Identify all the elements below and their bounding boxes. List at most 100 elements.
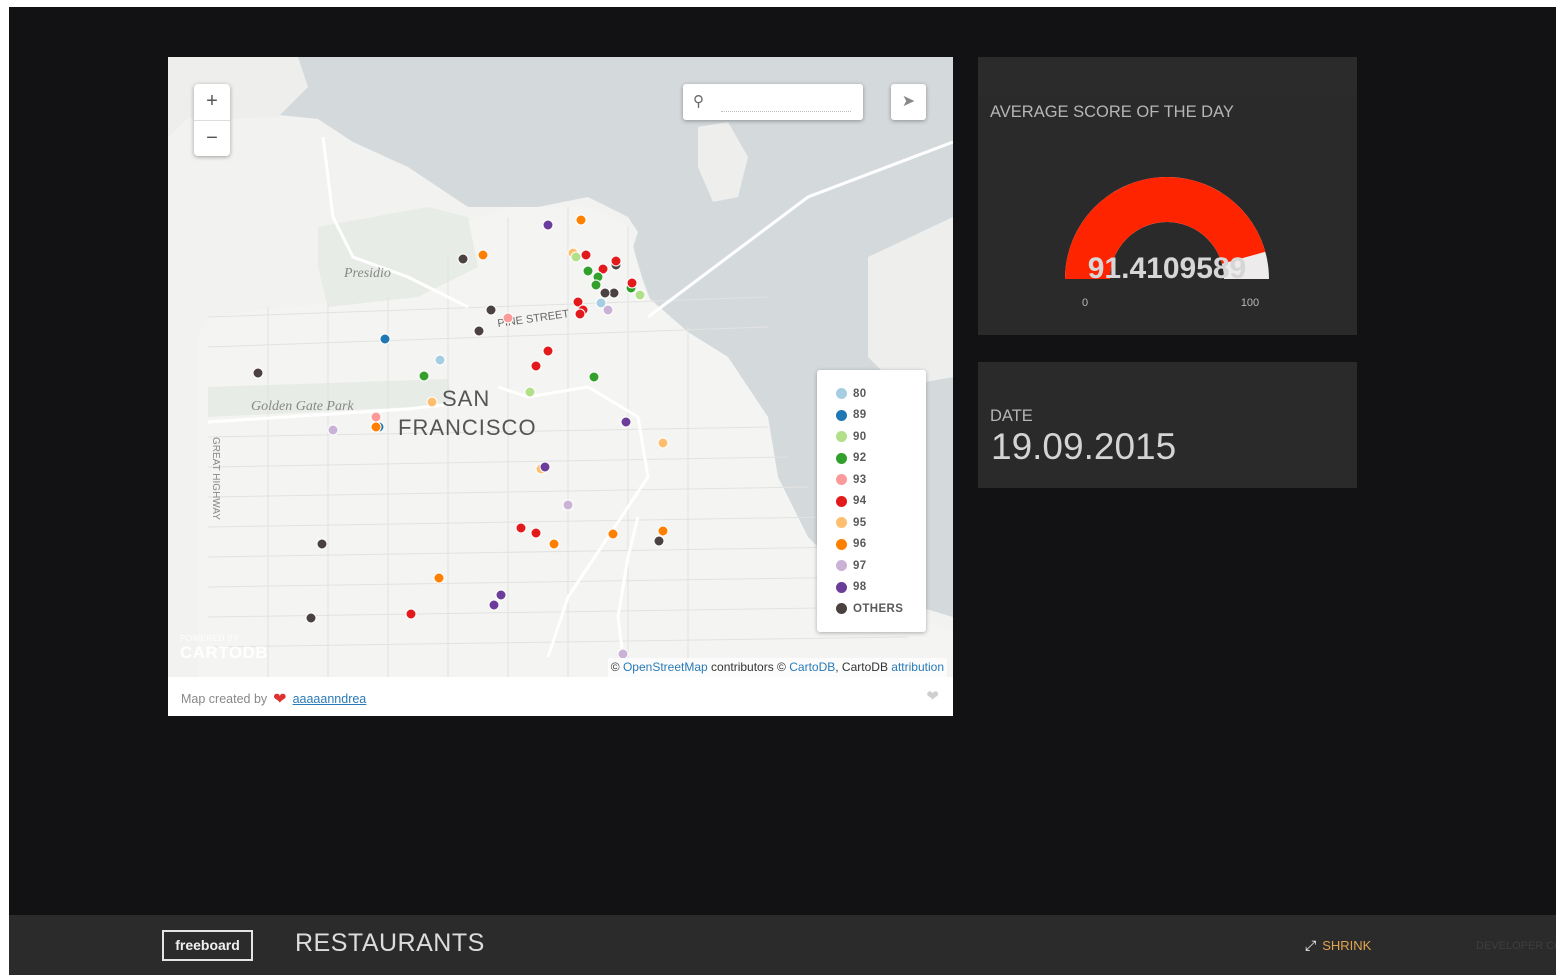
restaurant-marker[interactable] (588, 371, 600, 383)
restaurant-marker[interactable] (370, 421, 382, 433)
shrink-label: SHRINK (1322, 938, 1372, 953)
zoom-in-button[interactable]: + (194, 84, 230, 121)
developer-console-button[interactable]: DEVELOPER CONSOLE (1476, 940, 1556, 952)
zoom-out-button[interactable]: − (194, 121, 230, 157)
legend-label: 94 (853, 495, 867, 508)
restaurant-marker[interactable] (426, 396, 438, 408)
zoom-control: + − (194, 84, 230, 156)
map-attribution: © OpenStreetMap contributors © CartoDB, … (607, 658, 947, 677)
restaurant-marker[interactable] (657, 437, 669, 449)
label-golden-gate-park: Golden Gate Park (251, 399, 354, 414)
attribution-separator: , CartoDB (835, 660, 888, 674)
restaurant-marker[interactable] (379, 333, 391, 345)
label-presidio: Presidio (343, 266, 391, 281)
restaurant-marker[interactable] (548, 538, 560, 550)
attribution-link[interactable]: attribution (891, 660, 944, 674)
cartodb-text: CARTODB (180, 643, 269, 662)
restaurant-marker[interactable] (599, 287, 611, 299)
restaurant-marker[interactable] (542, 219, 554, 231)
restaurant-marker[interactable] (530, 360, 542, 372)
freeboard-logo[interactable]: freeboard (162, 930, 253, 961)
restaurant-marker[interactable] (575, 214, 587, 226)
map-search-box[interactable]: ⚲ (683, 84, 863, 120)
copyright-symbol: © (610, 660, 620, 674)
freeboard-footer: freeboard RESTAURANTS ⤢ SHRINK DEVELOPER… (9, 915, 1556, 975)
legend-label: 80 (853, 387, 867, 400)
restaurant-marker[interactable] (495, 589, 507, 601)
restaurant-marker[interactable] (477, 249, 489, 261)
date-title: DATE (990, 407, 1033, 425)
search-icon: ⚲ (693, 93, 704, 110)
shrink-button[interactable]: ⤢ SHRINK (1305, 937, 1371, 954)
legend-swatch (836, 603, 847, 615)
restaurant-marker[interactable] (252, 367, 264, 379)
restaurant-marker[interactable] (610, 255, 622, 267)
restaurant-marker[interactable] (590, 279, 602, 291)
restaurant-marker[interactable] (305, 612, 317, 624)
restaurant-marker[interactable] (626, 277, 638, 289)
openstreetmap-link[interactable]: OpenStreetMap (623, 660, 708, 674)
legend-swatch (836, 495, 847, 507)
legend-swatch (836, 409, 847, 421)
restaurant-marker[interactable] (562, 499, 574, 511)
legend-swatch (836, 431, 847, 443)
legend-item: 96 (817, 534, 926, 556)
gauge-widget: AVERAGE SCORE OF THE DAY 91.4109589 0 10… (978, 57, 1357, 335)
legend-swatch (836, 452, 847, 464)
legend-label: 97 (853, 559, 867, 572)
restaurant-marker[interactable] (539, 461, 551, 473)
legend-item: OTHERS (817, 598, 926, 620)
legend-label: 93 (853, 473, 867, 486)
restaurant-marker[interactable] (582, 265, 594, 277)
restaurant-marker[interactable] (370, 411, 382, 423)
restaurant-marker[interactable] (595, 297, 607, 309)
legend-label: 98 (853, 581, 867, 594)
legend-swatch (836, 560, 847, 572)
legend-item: 89 (817, 405, 926, 427)
restaurant-marker[interactable] (657, 525, 669, 537)
restaurant-marker[interactable] (473, 325, 485, 337)
gauge-max-label: 100 (1241, 297, 1259, 309)
legend-label: 95 (853, 516, 867, 529)
heart-icon: ❤ (273, 691, 287, 708)
restaurant-marker[interactable] (634, 289, 646, 301)
legend-item: 92 (817, 448, 926, 470)
restaurant-marker[interactable] (457, 253, 469, 265)
restaurant-marker[interactable] (542, 345, 554, 357)
legend-swatch (836, 581, 847, 593)
restaurant-marker[interactable] (580, 249, 592, 261)
restaurant-marker[interactable] (327, 424, 339, 436)
legend-label: 90 (853, 430, 867, 443)
legend-label: 92 (853, 452, 867, 465)
restaurant-marker[interactable] (485, 304, 497, 316)
restaurant-marker[interactable] (570, 251, 582, 263)
restaurant-marker[interactable] (418, 370, 430, 382)
legend-item: 93 (817, 469, 926, 491)
restaurant-marker[interactable] (434, 354, 446, 366)
author-link[interactable]: aaaaanndrea (293, 692, 367, 706)
legend-item: 98 (817, 577, 926, 599)
dashboard-title[interactable]: RESTAURANTS (295, 929, 485, 958)
restaurant-marker[interactable] (433, 572, 445, 584)
restaurant-marker[interactable] (620, 416, 632, 428)
label-great-highway: GREAT HIGHWAY (210, 437, 221, 520)
legend-item: 90 (817, 426, 926, 448)
restaurant-marker[interactable] (653, 535, 665, 547)
cartodb-link[interactable]: CartoDB (789, 660, 835, 674)
restaurant-marker[interactable] (607, 528, 619, 540)
restaurant-marker[interactable] (524, 386, 536, 398)
restaurant-marker[interactable] (405, 608, 417, 620)
restaurant-marker[interactable] (502, 312, 514, 324)
restaurant-marker[interactable] (530, 527, 542, 539)
map-canvas[interactable]: Presidio Golden Gate Park SAN FRANCISCO … (168, 57, 953, 677)
restaurant-marker[interactable] (515, 522, 527, 534)
paper-plane-icon: ➤ (901, 93, 916, 110)
restaurant-marker[interactable] (488, 599, 500, 611)
restaurant-marker[interactable] (574, 308, 586, 320)
contributors-text: contributors © (711, 660, 786, 674)
like-heart-icon[interactable]: ❤ (926, 687, 939, 705)
restaurant-marker[interactable] (316, 538, 328, 550)
share-button[interactable]: ➤ (891, 84, 926, 120)
search-input-line[interactable] (721, 111, 851, 112)
map-widget: Presidio Golden Gate Park SAN FRANCISCO … (168, 57, 953, 716)
